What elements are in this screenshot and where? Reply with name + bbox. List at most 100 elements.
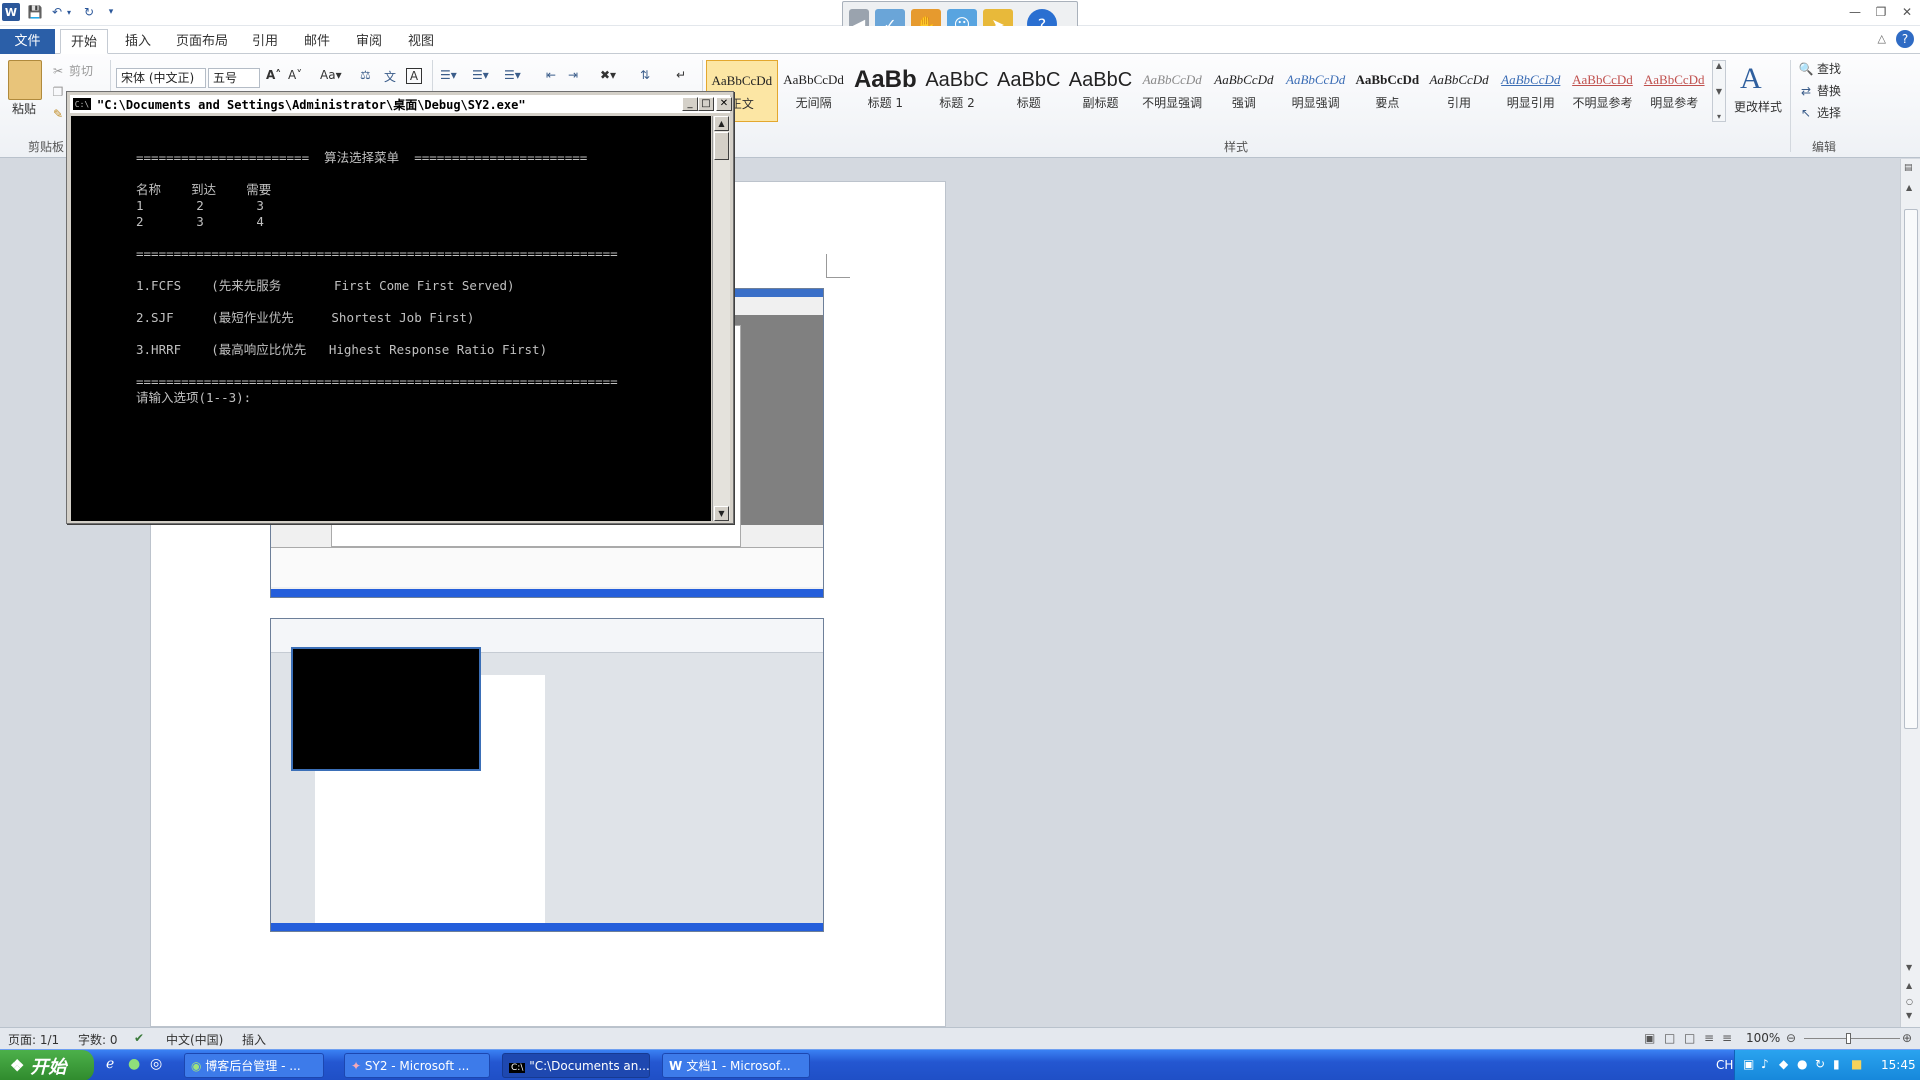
update-icon[interactable]: ↻ [1815,1057,1825,1071]
browser-icon[interactable]: ◎ [150,1056,162,1072]
word-help-icon[interactable]: ? [1896,30,1914,48]
increase-indent-icon[interactable]: ⇥ [568,68,578,82]
proofing-icon[interactable]: ✔ [134,1031,144,1045]
embedded-screenshot[interactable] [270,618,824,932]
more-icon[interactable]: ▾ [1717,112,1721,121]
chinese-layout-icon[interactable]: ✖▾ [600,68,616,82]
zoom-slider[interactable] [1804,1038,1900,1039]
cut-button[interactable]: ✂ 剪切 [50,62,93,79]
tab-view[interactable]: 视图 [398,29,444,54]
full-screen-reading-icon[interactable]: □ [1664,1031,1675,1045]
find-button[interactable]: 🔍 查找 [1798,60,1842,77]
tab-review[interactable]: 审阅 [346,29,392,54]
style-heading-2[interactable]: AaBbC 标题 2 [921,60,993,122]
zoom-slider-thumb[interactable] [1846,1033,1851,1044]
tab-insert[interactable]: 插入 [115,29,161,54]
tab-mailings[interactable]: 邮件 [294,29,340,54]
ruler-toggle-icon[interactable]: ▤ [1904,163,1913,173]
style-quote[interactable]: AaBbCcDd 引用 [1423,60,1495,122]
previous-page-icon[interactable]: ▲ [1906,981,1912,990]
customize-quick-access-icon[interactable]: ▾ [102,3,120,21]
close-icon[interactable]: ✕ [1894,0,1920,24]
decrease-indent-icon[interactable]: ⇤ [546,68,556,82]
font-size-select[interactable]: 五号 [208,68,260,88]
style-intense-quote[interactable]: AaBbCcDd 明显引用 [1495,60,1567,122]
paste-button[interactable]: 粘贴 [12,100,36,117]
language-status[interactable]: 中文(中国) [166,1031,223,1048]
clock[interactable]: 15:45 [1881,1058,1916,1072]
change-styles-icon[interactable]: A [1740,62,1762,96]
style-intense-reference[interactable]: AaBbCcDd 明显参考 [1638,60,1710,122]
font-family-select[interactable]: 宋体 (中文正) [116,68,206,88]
taskbar-item-active[interactable]: C:\ "C:\Documents an... [502,1053,650,1078]
shrink-font-icon[interactable]: A˅ [288,68,302,82]
qq-tray-icon[interactable]: ● [1797,1057,1807,1071]
select-button[interactable]: ↖ 选择 [1798,104,1841,121]
style-no-spacing[interactable]: AaBbCcDd 无间隔 [778,60,850,122]
scroll-thumb[interactable] [1904,209,1918,729]
style-subtle-reference[interactable]: AaBbCcDd 不明显参考 [1567,60,1639,122]
grow-font-icon[interactable]: A˄ [266,68,281,82]
taskbar-item[interactable]: W 文档1 - Microsof... [662,1053,810,1078]
word-count[interactable]: 字数: 0 [78,1031,118,1048]
restore-icon[interactable]: ❐ [1868,0,1894,24]
security-icon[interactable]: ◆ [1779,1057,1788,1071]
document-scrollbar[interactable]: ▤ ▲ ▼ ▲ ○ ▼ [1900,159,1920,1027]
copy-button[interactable]: ❐ [50,84,66,100]
qq-icon[interactable]: ● [128,1056,140,1072]
zoom-level[interactable]: 100% [1746,1031,1780,1045]
gallery-scroll[interactable]: ▲ ▼ ▾ [1712,60,1726,122]
paste-icon[interactable] [8,60,42,100]
zoom-out-icon[interactable]: ⊖ [1786,1031,1796,1045]
network-icon[interactable]: ▣ [1743,1057,1754,1071]
change-styles-button[interactable]: 更改样式 [1734,98,1782,115]
volume-icon[interactable]: ♪ [1761,1057,1769,1071]
console-close-icon[interactable]: ✕ [716,97,732,111]
taskbar-item[interactable]: ◉ 博客后台管理 - ... [184,1053,324,1078]
console-window[interactable]: C:\ "C:\Documents and Settings\Administr… [66,91,734,524]
notification-icon[interactable]: ■ [1851,1057,1862,1071]
clear-format-icon[interactable]: ⚖ [360,68,371,82]
style-emphasis[interactable]: AaBbCcDd 强调 [1208,60,1280,122]
console-minimize-icon[interactable]: _ [682,97,698,111]
zoom-in-icon[interactable]: ⊕ [1902,1031,1912,1045]
scroll-up-icon[interactable]: ▲ [714,116,729,131]
battery-icon[interactable]: ▮ [1833,1057,1840,1071]
tab-home[interactable]: 开始 [60,29,109,54]
redo-icon[interactable]: ↻ [80,3,98,21]
outline-icon[interactable]: ≡ [1704,1031,1714,1045]
scroll-down-icon[interactable]: ▼ [1906,963,1912,972]
start-button[interactable]: ❖ 开始 [0,1050,94,1080]
format-painter-button[interactable]: ✎ [50,106,66,122]
scroll-down-icon[interactable]: ▼ [714,506,729,521]
show-marks-icon[interactable]: ↵ [676,68,686,82]
next-page-icon[interactable]: ▼ [1906,1011,1912,1020]
undo-dropdown-icon[interactable]: ▾ [64,3,74,21]
ie-icon[interactable]: ℯ [106,1056,114,1072]
tab-file[interactable]: 文件 [0,29,55,54]
bullets-icon[interactable]: ☰▾ [440,68,457,82]
scroll-up-icon[interactable]: ▲ [1906,183,1912,192]
chevron-down-icon[interactable]: ▼ [1716,87,1722,96]
save-icon[interactable]: 💾 [26,3,44,21]
style-intense-emphasis[interactable]: AaBbCcDd 明显强调 [1280,60,1352,122]
tab-references[interactable]: 引用 [242,29,288,54]
char-border-icon[interactable]: A [406,68,422,84]
phonetic-guide-icon[interactable]: 文 [384,68,396,85]
input-language[interactable]: CH [1716,1058,1733,1072]
word-logo-icon[interactable]: W [2,3,20,21]
tab-page-layout[interactable]: 页面布局 [166,29,238,54]
scroll-thumb[interactable] [714,132,729,160]
style-strong[interactable]: AaBbCcDd 要点 [1351,60,1423,122]
console-scrollbar[interactable]: ▲ ▼ [712,116,730,521]
console-titlebar[interactable]: C:\ "C:\Documents and Settings\Administr… [70,95,732,113]
console-maximize-icon[interactable]: □ [698,97,714,111]
minimize-icon[interactable]: — [1842,0,1868,24]
multilevel-list-icon[interactable]: ☰▾ [504,68,521,82]
style-subtle-emphasis[interactable]: AaBbCcDd 不明显强调 [1136,60,1208,122]
chevron-up-icon[interactable]: ▲ [1716,61,1722,70]
replace-button[interactable]: ⇄ 替换 [1798,82,1841,99]
insert-mode[interactable]: 插入 [242,1031,266,1048]
change-case-icon[interactable]: Aa▾ [320,68,342,82]
sort-icon[interactable]: ⇅ [640,68,650,82]
